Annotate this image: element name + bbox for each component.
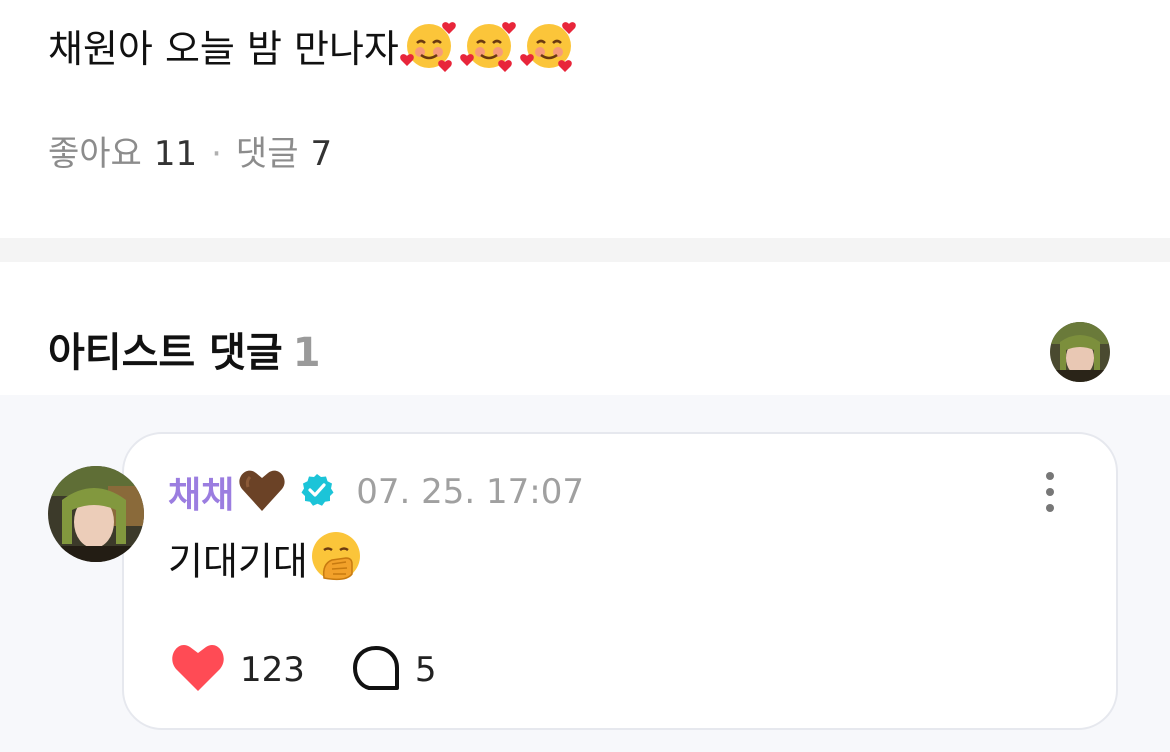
like-button[interactable]: 123 — [170, 643, 305, 697]
artist-comments-label: 아티스트 댓글 — [48, 330, 283, 376]
comment-author-row: 채채 07. 25. 17:07 — [168, 466, 584, 518]
artist-comments-count: 1 — [292, 330, 321, 376]
likes-count[interactable]: 11 — [154, 134, 197, 174]
more-dot — [1046, 504, 1054, 512]
comment-author-avatar[interactable] — [48, 466, 144, 562]
comments-count[interactable]: 7 — [310, 134, 332, 174]
comment-text: 기대기대 — [168, 539, 308, 584]
smiling-face-with-hearts-icon — [399, 16, 459, 87]
speech-bubble-icon — [351, 644, 401, 696]
heart-icon — [170, 643, 226, 697]
smiling-face-with-hearts-icon — [459, 16, 519, 87]
artist-avatar[interactable] — [1050, 322, 1110, 382]
comment-author-name[interactable]: 채채 — [168, 466, 234, 518]
comment-timestamp: 07. 25. 17:07 — [356, 472, 584, 512]
like-count: 123 — [240, 650, 305, 690]
stats-separator: · — [211, 134, 222, 174]
verified-badge-icon — [300, 473, 334, 511]
smiling-face-with-hearts-icon — [519, 16, 579, 87]
more-options-icon[interactable] — [1030, 470, 1070, 514]
post-text: 채원아 오늘 밤 만나자 — [48, 27, 399, 71]
comment-actions: 123 5 — [170, 640, 437, 700]
reply-button[interactable]: 5 — [351, 644, 437, 696]
section-divider — [0, 238, 1170, 262]
likes-label[interactable]: 좋아요 — [48, 134, 142, 174]
post-stats: 좋아요 11 · 댓글 7 — [48, 130, 332, 178]
comment-text-row: 기대기대 — [168, 528, 364, 600]
comments-label[interactable]: 댓글 — [236, 134, 299, 174]
post-text-row: 채원아 오늘 밤 만나자 — [48, 16, 579, 87]
artist-comments-title: 아티스트 댓글 1 — [48, 326, 321, 380]
brown-heart-icon — [238, 467, 286, 517]
reply-count: 5 — [414, 650, 437, 690]
face-with-hand-over-mouth-icon — [308, 528, 364, 600]
more-dot — [1046, 472, 1054, 480]
more-dot — [1046, 488, 1054, 496]
